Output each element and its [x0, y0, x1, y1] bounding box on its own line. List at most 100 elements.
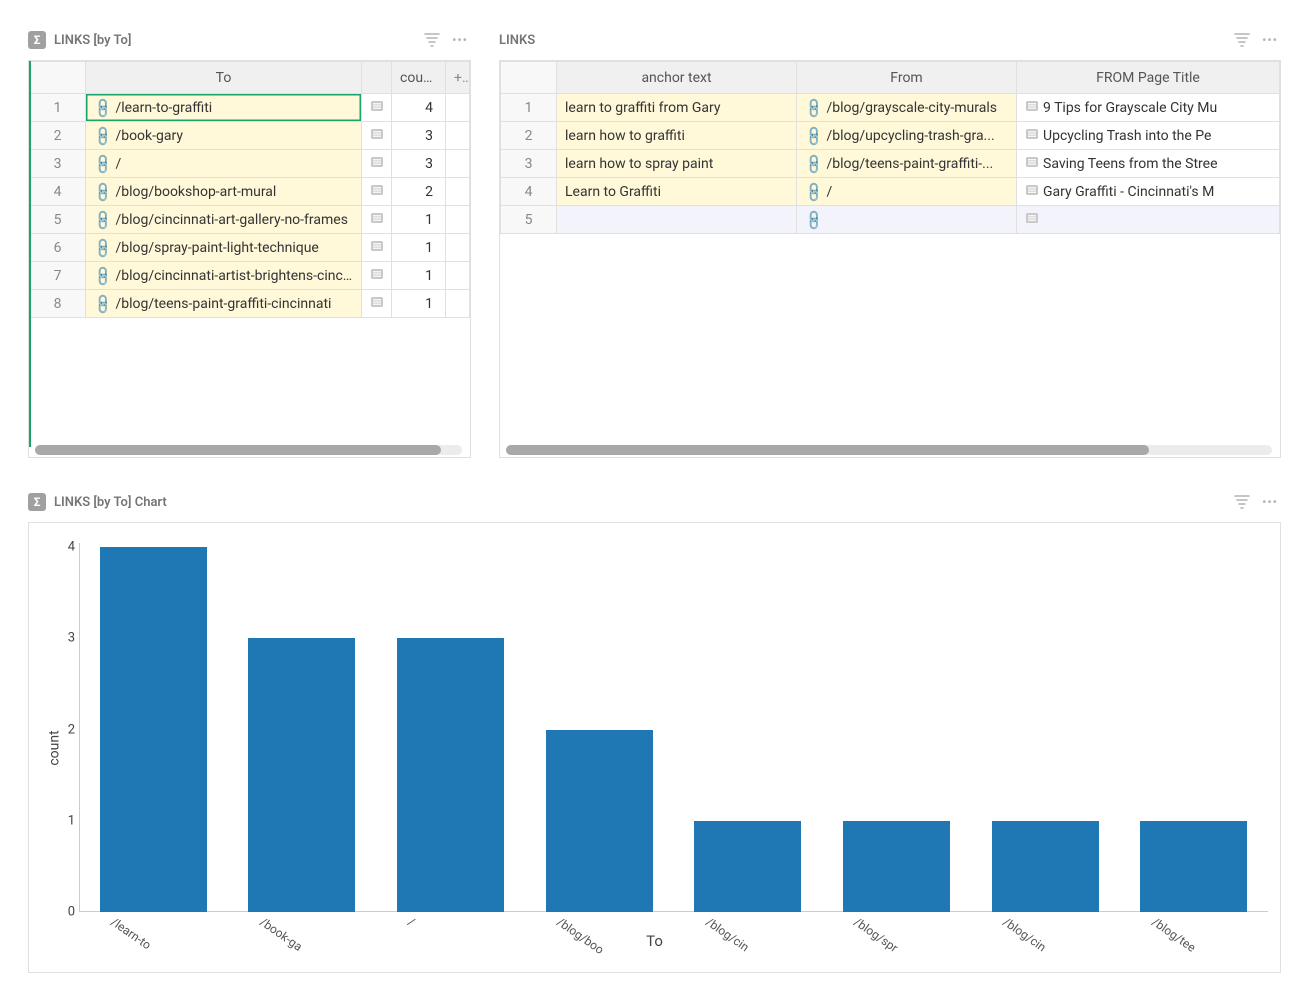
column-header-add[interactable]: + [446, 62, 470, 94]
expand-icon[interactable] [362, 290, 392, 318]
cell-page-title[interactable]: Saving Teens from the Stree [1017, 150, 1280, 178]
table-row[interactable]: 4Learn to Graffiti🔗/Gary Graffiti - Cinc… [501, 178, 1280, 206]
y-tick: 2 [51, 722, 75, 737]
chart-bar[interactable] [248, 638, 355, 912]
cell-count[interactable]: 4 [392, 94, 446, 122]
cell-count[interactable]: 3 [392, 150, 446, 178]
row-number: 3 [501, 150, 557, 178]
column-header-from[interactable]: From [797, 62, 1017, 94]
link-icon: 🔗 [803, 180, 827, 204]
table-row[interactable]: 1🔗/learn-to-graffiti 4 [30, 94, 470, 122]
horizontal-scrollbar[interactable] [35, 445, 462, 455]
cell-anchor[interactable] [557, 206, 797, 234]
expand-icon[interactable] [362, 150, 392, 178]
more-icon[interactable] [449, 29, 471, 51]
cell-from[interactable]: 🔗 [797, 206, 1017, 234]
chart-bar[interactable] [397, 638, 504, 912]
cell-to[interactable]: 🔗/blog/spray-paint-light-technique [86, 234, 362, 262]
filter-icon[interactable] [1231, 491, 1253, 513]
row-number: 5 [501, 206, 557, 234]
expand-icon[interactable] [362, 178, 392, 206]
selection-indicator [29, 61, 31, 447]
table-row[interactable]: 1learn to graffiti from Gary🔗/blog/grays… [501, 94, 1280, 122]
cell-plus[interactable] [446, 122, 470, 150]
panel-title-left: LINKS [by To] [54, 33, 131, 48]
cell-to[interactable]: 🔗/blog/cincinnati-art-gallery-no-frames [86, 206, 362, 234]
cell-plus[interactable] [446, 94, 470, 122]
table-row[interactable]: 2learn how to graffiti🔗/blog/upcycling-t… [501, 122, 1280, 150]
x-tick: /learn-to [109, 915, 154, 953]
column-header-to[interactable]: To [86, 62, 362, 94]
expand-icon[interactable] [362, 262, 392, 290]
expand-icon[interactable] [362, 122, 392, 150]
cell-plus[interactable] [446, 262, 470, 290]
row-number: 1 [30, 94, 86, 122]
table-row[interactable]: 5🔗 [501, 206, 1280, 234]
cell-anchor[interactable]: Learn to Graffiti [557, 178, 797, 206]
chart-bar[interactable] [546, 730, 653, 913]
column-header-rownum[interactable] [30, 62, 86, 94]
cell-count[interactable]: 1 [392, 290, 446, 318]
column-header-count[interactable]: count [392, 62, 446, 94]
more-icon[interactable] [1259, 29, 1281, 51]
cell-to[interactable]: 🔗/book-gary [86, 122, 362, 150]
filter-icon[interactable] [1231, 29, 1253, 51]
table-row[interactable]: 8🔗/blog/teens-paint-graffiti-cincinnati 1 [30, 290, 470, 318]
chart-bar[interactable] [100, 547, 207, 912]
cell-anchor[interactable]: learn to graffiti from Gary [557, 94, 797, 122]
row-number: 2 [501, 122, 557, 150]
column-header-page-title[interactable]: FROM Page Title [1017, 62, 1280, 94]
chart-container: count To 01234/learn-to/book-ga//blog/bo… [28, 522, 1281, 973]
link-icon: 🔗 [92, 264, 116, 288]
table-row[interactable]: 2🔗/book-gary3 [30, 122, 470, 150]
cell-from[interactable]: 🔗/blog/teens-paint-graffiti-... [797, 150, 1017, 178]
cell-plus[interactable] [446, 234, 470, 262]
y-tick: 3 [51, 631, 75, 646]
horizontal-scrollbar[interactable] [506, 445, 1272, 455]
expand-icon[interactable] [362, 94, 392, 122]
cell-page-title[interactable]: Gary Graffiti - Cincinnati's M [1017, 178, 1280, 206]
cell-from[interactable]: 🔗/blog/grayscale-city-murals [797, 94, 1017, 122]
chart-bar[interactable] [843, 821, 950, 912]
chart-bar[interactable] [1140, 821, 1247, 912]
table-row[interactable]: 3learn how to spray paint🔗/blog/teens-pa… [501, 150, 1280, 178]
cell-count[interactable]: 3 [392, 122, 446, 150]
cell-to[interactable]: 🔗/learn-to-graffiti [86, 94, 362, 122]
cell-anchor[interactable]: learn how to spray paint [557, 150, 797, 178]
chart-bar[interactable] [992, 821, 1099, 912]
cell-count[interactable]: 1 [392, 206, 446, 234]
cell-count[interactable]: 1 [392, 262, 446, 290]
column-header-rownum[interactable] [501, 62, 557, 94]
expand-icon[interactable] [362, 234, 392, 262]
cell-plus[interactable] [446, 206, 470, 234]
cell-plus[interactable] [446, 150, 470, 178]
cell-page-title[interactable]: 9 Tips for Grayscale City Mu [1017, 94, 1280, 122]
cell-from[interactable]: 🔗/ [797, 178, 1017, 206]
row-number: 4 [501, 178, 557, 206]
cell-to[interactable]: 🔗/blog/cincinnati-artist-brightens-cinci… [86, 262, 362, 290]
cell-anchor[interactable]: learn how to graffiti [557, 122, 797, 150]
cell-page-title[interactable] [1017, 206, 1280, 234]
table-row[interactable]: 6🔗/blog/spray-paint-light-technique1 [30, 234, 470, 262]
cell-to[interactable]: 🔗/ [86, 150, 362, 178]
cell-count[interactable]: 1 [392, 234, 446, 262]
table-row[interactable]: 7🔗/blog/cincinnati-artist-brightens-cinc… [30, 262, 470, 290]
chart-bar[interactable] [694, 821, 801, 912]
cell-from[interactable]: 🔗/blog/upcycling-trash-gra... [797, 122, 1017, 150]
cell-plus[interactable] [446, 290, 470, 318]
more-icon[interactable] [1259, 491, 1281, 513]
expand-icon[interactable] [362, 206, 392, 234]
cell-plus[interactable] [446, 178, 470, 206]
cell-count[interactable]: 2 [392, 178, 446, 206]
table-row[interactable]: 4🔗/blog/bookshop-art-mural2 [30, 178, 470, 206]
panel-title-right: LINKS [499, 33, 535, 48]
column-header-expand[interactable] [362, 62, 392, 94]
table-row[interactable]: 3🔗/3 [30, 150, 470, 178]
table-row[interactable]: 5🔗/blog/cincinnati-art-gallery-no-frames… [30, 206, 470, 234]
cell-to[interactable]: 🔗/blog/teens-paint-graffiti-cincinnati [86, 290, 362, 318]
column-header-anchor[interactable]: anchor text [557, 62, 797, 94]
row-number: 8 [30, 290, 86, 318]
filter-icon[interactable] [421, 29, 443, 51]
cell-page-title[interactable]: Upcycling Trash into the Pe [1017, 122, 1280, 150]
cell-to[interactable]: 🔗/blog/bookshop-art-mural [86, 178, 362, 206]
